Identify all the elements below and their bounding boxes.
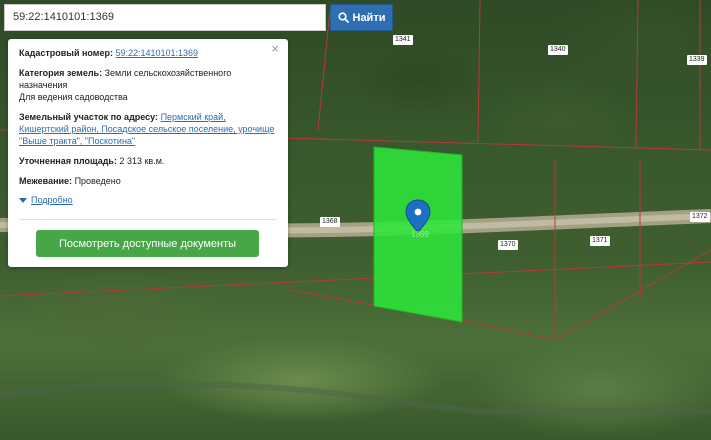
survey-value: Проведено <box>74 176 121 186</box>
category-row: Категория земель: Земли сельскохозяйстве… <box>19 67 277 103</box>
boundary-line <box>635 0 639 149</box>
parcel-label: 1340 <box>548 45 568 55</box>
search-button[interactable]: Найти <box>330 4 393 31</box>
parcel-label: 1370 <box>498 240 518 250</box>
river <box>0 381 711 415</box>
address-row: Земельный участок по адресу: Пермский кр… <box>19 111 277 147</box>
cadastral-link[interactable]: 59:22:1410101:1369 <box>115 48 198 58</box>
boundary-line <box>461 319 556 341</box>
cadastral-label: Кадастровый номер: <box>19 48 113 58</box>
boundary-line <box>554 249 711 341</box>
survey-row: Межевание: Проведено <box>19 175 277 187</box>
parcel-label: 1371 <box>590 236 610 246</box>
search-input[interactable]: 59:22:1410101:1369 <box>4 4 326 31</box>
area-value: 2 313 кв.м. <box>119 156 165 166</box>
details-toggle[interactable]: Подробно <box>19 194 277 206</box>
cadastral-row: Кадастровый номер: 59:22:1410101:1369 <box>19 47 277 59</box>
parcel-info-panel: × Кадастровый номер: 59:22:1410101:1369 … <box>8 39 288 267</box>
survey-label: Межевание: <box>19 176 73 186</box>
usage-value: Для ведения садоводства <box>19 92 128 102</box>
close-icon[interactable]: × <box>271 42 279 55</box>
area-row: Уточненная площадь: 2 313 кв.м. <box>19 155 277 167</box>
search-icon <box>337 12 349 23</box>
area-label: Уточненная площадь: <box>19 156 117 166</box>
boundary-line <box>289 289 375 306</box>
search-button-label: Найти <box>352 11 386 24</box>
triangle-down-icon <box>19 197 27 203</box>
address-label: Земельный участок по адресу: <box>19 112 159 122</box>
category-label: Категория земель: <box>19 68 103 78</box>
boundary-line <box>477 0 481 143</box>
divider <box>19 219 277 220</box>
parcel-label: 1372 <box>690 212 710 222</box>
parcel-label: 1368 <box>320 217 340 227</box>
view-documents-button[interactable]: Посмотреть доступные документы <box>36 230 259 257</box>
parcel-label: 1341 <box>393 35 413 45</box>
boundary-line <box>0 261 711 297</box>
details-link[interactable]: Подробно <box>31 194 73 206</box>
selected-parcel-label: 1369 <box>411 230 429 239</box>
parcel-label: 1339 <box>687 55 707 65</box>
